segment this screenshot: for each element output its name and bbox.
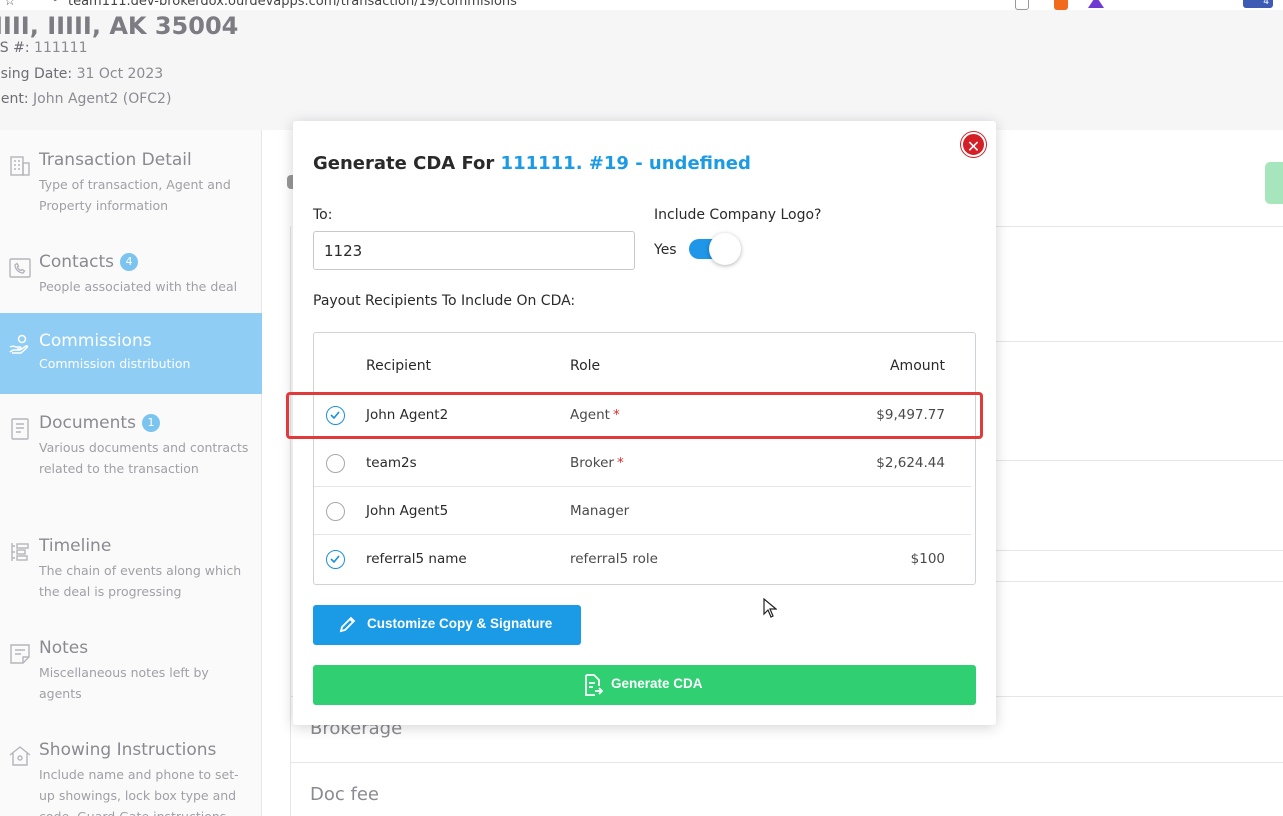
document-icon bbox=[11, 418, 29, 440]
sidebar-item-contacts[interactable]: Contacts 4 People associated with the dea… bbox=[0, 252, 262, 312]
divider bbox=[996, 550, 1283, 551]
recipient-role: Broker * bbox=[570, 455, 624, 471]
timeline-icon bbox=[11, 543, 29, 561]
rewards-icon[interactable] bbox=[1088, 0, 1104, 8]
recipient-name: referral5 name bbox=[366, 551, 467, 567]
recipient-checkbox[interactable] bbox=[326, 502, 345, 521]
column-header-recipient: Recipient bbox=[366, 358, 432, 374]
house-icon bbox=[9, 746, 31, 766]
divider bbox=[290, 762, 1283, 763]
mouse-cursor-icon bbox=[763, 598, 777, 618]
url-text[interactable]: team111.dev-brokerdox.ourdevapps.com/tra… bbox=[68, 0, 517, 9]
include-logo-toggle[interactable] bbox=[689, 233, 741, 265]
sidebar-item-notes[interactable]: Notes Miscellaneous notes left by agents bbox=[0, 638, 262, 718]
to-input[interactable] bbox=[313, 231, 635, 270]
pencil-icon bbox=[339, 616, 356, 633]
table-row[interactable]: referral5 name referral5 role $100 bbox=[314, 535, 975, 583]
recipients-table: Recipient Role Amount John Agent2 Agent *… bbox=[313, 332, 976, 585]
divider bbox=[996, 226, 1283, 227]
recipient-role: referral5 role bbox=[570, 551, 658, 567]
logo-toggle-label: Yes bbox=[654, 242, 677, 258]
sidebar-item-documents[interactable]: Documents 1 Various documents and contrac… bbox=[0, 413, 262, 513]
to-label: To: bbox=[313, 207, 333, 223]
recipient-name: team2s bbox=[366, 455, 417, 471]
site-info-icon[interactable]: ⊸ bbox=[48, 0, 57, 6]
required-marker: * bbox=[616, 455, 624, 471]
recipient-name: John Agent5 bbox=[366, 503, 449, 519]
recipient-amount: $2,624.44 bbox=[876, 455, 945, 471]
table-row[interactable]: John Agent5 Manager bbox=[314, 487, 975, 535]
payout-recipients-label: Payout Recipients To Include On CDA: bbox=[313, 293, 576, 309]
row-label-doc-fee: Doc fee bbox=[310, 784, 379, 805]
brave-shield-icon[interactable] bbox=[1054, 0, 1068, 10]
divider bbox=[996, 460, 1283, 461]
share-icon[interactable] bbox=[1015, 0, 1029, 10]
generate-cda-modal: ✕ Generate CDA For 111111. #19 - undefin… bbox=[286, 121, 996, 725]
closing-date: osing Date: 31 Oct 2023 bbox=[0, 66, 164, 82]
customize-copy-signature-button[interactable]: Customize Copy & Signature bbox=[313, 605, 581, 645]
column-header-amount: Amount bbox=[889, 358, 945, 374]
sidebar-item-transaction-detail[interactable]: Transaction Detail Type of transaction, … bbox=[0, 150, 262, 250]
contacts-count-badge: 4 bbox=[120, 253, 138, 271]
annotation-highlight bbox=[286, 392, 983, 439]
transaction-reference: 111111. #19 - undefined bbox=[500, 153, 751, 174]
documents-count-badge: 1 bbox=[141, 414, 160, 432]
building-icon bbox=[10, 156, 30, 176]
bookmark-star-icon[interactable]: ☆ bbox=[4, 0, 16, 9]
table-row[interactable]: team2s Broker * $2,624.44 bbox=[314, 439, 975, 487]
toggle-knob[interactable] bbox=[709, 233, 741, 265]
sidebar-item-timeline[interactable]: Timeline The chain of events along which… bbox=[0, 536, 262, 616]
check-icon bbox=[330, 555, 340, 563]
divider bbox=[996, 581, 1283, 582]
browser-address-bar: ☆ ⊸ team111.dev-brokerdox.ourdevapps.com… bbox=[0, 0, 1283, 10]
recipient-checkbox-checked[interactable] bbox=[326, 550, 345, 569]
close-button[interactable]: ✕ bbox=[961, 132, 986, 157]
note-icon bbox=[10, 644, 30, 664]
include-logo-label: Include Company Logo? bbox=[654, 207, 822, 223]
document-export-icon bbox=[585, 674, 603, 696]
transaction-sidebar: Transaction Detail Type of transaction, … bbox=[0, 130, 262, 816]
transaction-header: IIII, IIIII, AK 35004 LS #: 111111 osing… bbox=[0, 10, 1283, 130]
recipient-role: Manager bbox=[570, 503, 630, 519]
modal-title: Generate CDA For 111111. #19 - undefined bbox=[313, 153, 751, 174]
property-address: IIII, IIIII, AK 35004 bbox=[0, 12, 239, 40]
agent-info: gent: John Agent2 (OFC2) bbox=[0, 91, 172, 107]
hand-coin-icon bbox=[9, 334, 29, 354]
extension-badge[interactable]: 4 bbox=[1243, 0, 1273, 8]
action-button-edge[interactable] bbox=[1265, 162, 1283, 204]
sidebar-item-commissions[interactable]: Commissions Commission distribution bbox=[0, 313, 262, 394]
column-header-role: Role bbox=[570, 358, 601, 374]
recipient-checkbox[interactable] bbox=[326, 454, 345, 473]
recipient-amount: $100 bbox=[910, 551, 945, 567]
divider bbox=[996, 341, 1283, 342]
phone-book-icon bbox=[9, 258, 31, 278]
mls-number: LS #: 111111 bbox=[0, 40, 88, 56]
sidebar-item-showing-instructions[interactable]: Showing Instructions Include name and ph… bbox=[0, 740, 262, 816]
generate-cda-button[interactable]: Generate CDA bbox=[313, 665, 976, 705]
